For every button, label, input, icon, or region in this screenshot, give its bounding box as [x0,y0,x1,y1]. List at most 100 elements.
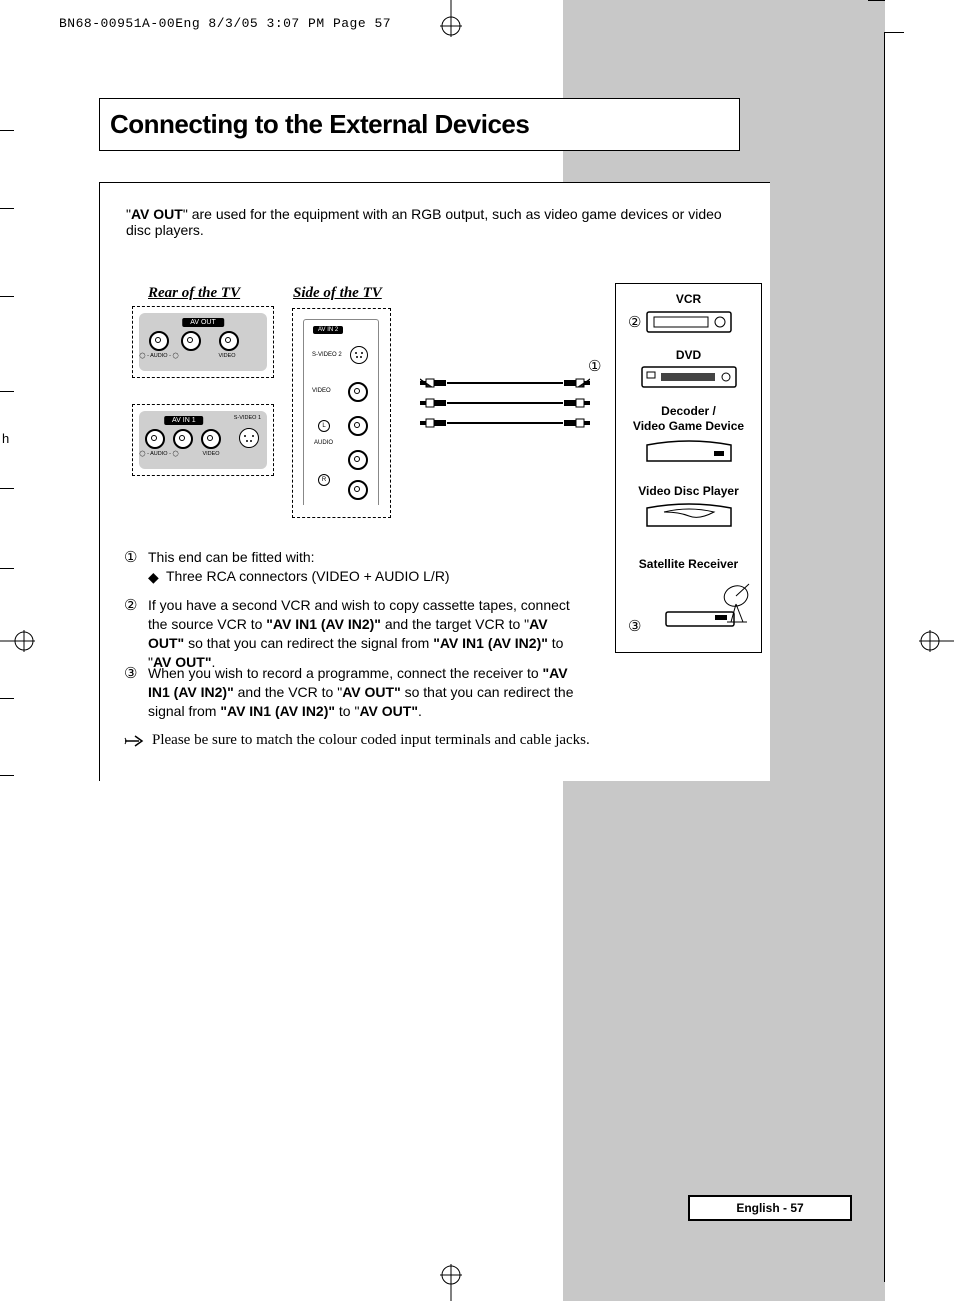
jack-video [201,429,221,449]
label-l-circle: L [318,420,330,432]
footer-text: English - 57 [736,1201,803,1215]
label-avin2: AV IN 2 [313,326,343,334]
rca-plug-icon [560,398,590,408]
rca-plug-icon [560,418,590,428]
step-1-num: ① [124,548,137,568]
vdp-icon [644,502,734,531]
left-tick [0,568,14,569]
rca-cables [420,375,590,435]
marker-3: ③ [628,617,641,635]
rca-plug-icon [420,418,450,428]
intro-rest: " are used for the equipment with an RGB… [126,206,722,238]
cropmark-top [437,0,465,38]
note-text: Please be sure to match the colour coded… [152,732,690,749]
left-tick [0,208,14,209]
panel-side: AV IN 2 S-VIDEO 2 VIDEO L AUDIO R [292,308,391,518]
stray-h: h [2,431,9,446]
side-label: Side of the TV [293,285,382,302]
label-audio-word: AUDIO [314,440,333,446]
jack-audio-r-side [348,480,368,500]
crop-corner-right [884,32,904,33]
cable-line [447,382,563,384]
dvd-icon [641,366,737,391]
s2-d: so that you can redirect the signal from [184,635,433,651]
step-1-lead: This end can be fitted with: [148,549,315,565]
device-label-decoder1: Decoder / [616,404,761,418]
panel-av-out: AV OUT ◯ - AUDIO - ◯ VIDEO [132,306,274,378]
crop-edge-top-right [868,0,885,1]
step-2: ② If you have a second VCR and wish to c… [124,596,580,672]
cropmark-bottom [437,1263,465,1301]
left-tick [0,698,14,699]
panel-title-avin1: AV IN 1 [164,416,204,425]
decoder-icon [644,439,734,466]
step-1-bullet: Three RCA connectors (VIDEO + AUDIO L/R) [166,568,450,584]
s3-e: to " [335,703,359,719]
cable-line [447,402,563,404]
marker-1: ① [588,357,601,375]
content-frame: "AV OUT" are used for the equipment with… [99,182,770,781]
registration-right [916,627,954,658]
print-header: BN68-00951A-00Eng 8/3/05 3:07 PM Page 57 [59,16,391,31]
cable-row [420,395,590,415]
vcr-icon [646,311,732,336]
marker-2: ② [628,313,641,331]
cable-row [420,415,590,435]
jack-audio-m-side [348,450,368,470]
intro-bold: AV OUT [131,206,183,222]
jack-video [219,331,239,351]
rca-plug-icon [560,378,590,388]
device-label-dvd: DVD [616,348,761,362]
registration-left [0,627,38,658]
note-row: Please be sure to match the colour coded… [124,732,690,749]
s2-c: and the target VCR to " [381,616,529,632]
s3-f: . [418,703,422,719]
jack-label-audio: ◯ - AUDIO - ◯ [109,353,209,359]
left-tick [0,488,14,489]
s2-b3: "AV IN1 (AV IN2)" [433,635,548,651]
jack-audio-l [149,331,169,351]
step-3: ③ When you wish to record a programme, c… [124,664,580,721]
label-video: VIDEO [312,388,331,394]
rca-plug-icon [420,398,450,408]
jack-audio-l [145,429,165,449]
device-label-vdp: Video Disc Player [616,484,761,498]
panel-av-in1: AV IN 1 S-VIDEO 1 ◯ - AUDIO - ◯ VIDEO [132,404,274,476]
device-column: VCR ② DVD Decoder / Video Game Device Vi… [615,283,762,653]
crop-column-right [884,32,885,1282]
jack-audio-r [181,331,201,351]
jack-svideo [239,428,259,448]
jack-label-video: VIDEO [191,451,231,457]
diamond-icon: ◆ [148,568,156,587]
section-title-box: Connecting to the External Devices [99,98,740,151]
panel-bg: AV IN 1 S-VIDEO 1 ◯ - AUDIO - ◯ VIDEO [139,411,267,469]
jack-video-side [348,382,368,402]
panel-side-inner: AV IN 2 S-VIDEO 2 VIDEO L AUDIO R [303,319,379,505]
left-tick [0,130,14,131]
step-3-num: ③ [124,664,137,684]
s3-a: When you wish to record a programme, con… [148,665,543,681]
label-r-circle: R [318,474,330,486]
left-tick [0,391,14,392]
left-tick [0,296,14,297]
cable-row [420,375,590,395]
panel-title-avout: AV OUT [182,318,224,327]
s3-b4: AV OUT" [359,703,418,719]
satellite-dish-icon [721,582,755,629]
section-title: Connecting to the External Devices [110,109,729,140]
intro-text: "AV OUT" are used for the equipment with… [126,206,750,238]
jack-audio-l-side [348,416,368,436]
step-2-num: ② [124,596,137,616]
step-1: ① This end can be fitted with: ◆ Three RC… [124,548,670,587]
left-tick [0,775,14,776]
device-label-vcr: VCR [616,292,761,306]
svideo1-label: S-VIDEO 1 [234,415,261,421]
device-label-decoder2: Video Game Device [616,419,761,433]
rca-plug-icon [420,378,450,388]
s3-b2: AV OUT" [342,684,401,700]
rear-label: Rear of the TV [148,285,240,302]
s3-b3: "AV IN1 (AV IN2)" [220,703,335,719]
jack-label-video: VIDEO [207,353,247,359]
panel-bg: AV OUT ◯ - AUDIO - ◯ VIDEO [139,313,267,371]
s3-c: and the VCR to " [234,684,342,700]
